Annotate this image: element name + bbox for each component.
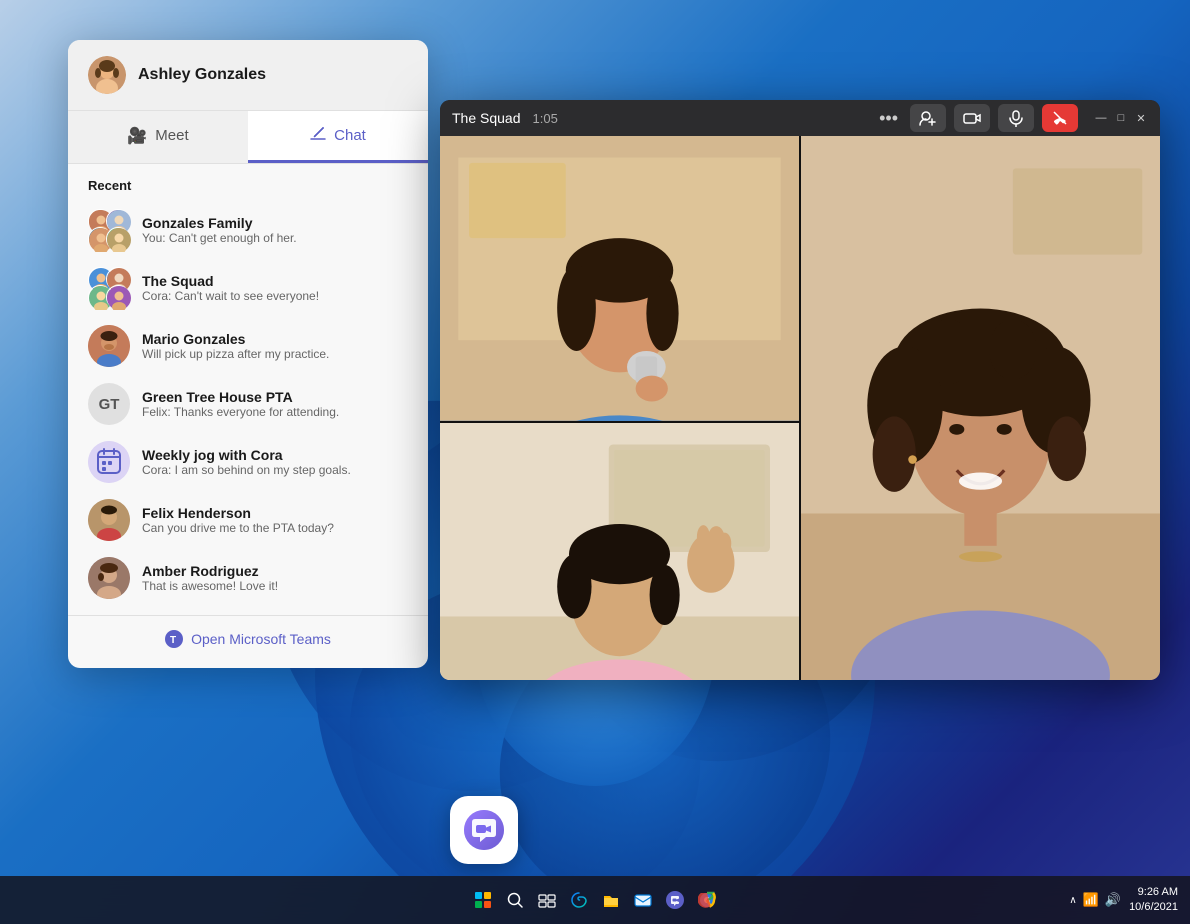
contact-name: Amber Rodriguez	[142, 563, 408, 579]
tabs-row: 🎥 Meet Chat	[68, 111, 428, 164]
chat-preview: Cora: I am so behind on my step goals.	[142, 463, 408, 477]
video-call-window: The Squad 1:05 •••	[440, 100, 1160, 680]
video-grid	[440, 136, 1160, 680]
chrome-button[interactable]	[693, 886, 721, 914]
video-cell-right	[801, 136, 1160, 680]
felix-avatar	[88, 499, 130, 541]
edge-button[interactable]	[565, 886, 593, 914]
search-button[interactable]	[501, 886, 529, 914]
explorer-button[interactable]	[597, 886, 625, 914]
weekly-avatar	[88, 441, 130, 483]
list-item[interactable]: Mario Gonzales Will pick up pizza after …	[68, 317, 428, 375]
list-item[interactable]: Gonzales Family You: Can't get enough of…	[68, 201, 428, 259]
system-clock: 9:26 AM 10/6/2021	[1129, 885, 1178, 916]
contact-name: Gonzales Family	[142, 215, 408, 231]
tab-meet-label: Meet	[155, 127, 188, 144]
contact-name: Felix Henderson	[142, 505, 408, 521]
user-avatar	[88, 56, 126, 94]
window-title-left: The Squad 1:05	[452, 110, 558, 126]
teams-taskbar-button[interactable]	[661, 886, 689, 914]
tab-meet[interactable]: 🎥 Meet	[68, 111, 248, 163]
gonzales-family-info: Gonzales Family You: Can't get enough of…	[142, 215, 408, 245]
minimize-button[interactable]: —	[1094, 111, 1108, 125]
teams-icon: T	[165, 630, 183, 648]
mario-avatar	[88, 325, 130, 367]
wifi-icon: 📶	[1083, 892, 1099, 908]
teams-desktop-icon[interactable]	[450, 796, 518, 864]
felix-info: Felix Henderson Can you drive me to the …	[142, 505, 408, 535]
video-cell-top-left	[440, 136, 799, 421]
tab-chat-label: Chat	[334, 127, 366, 144]
chat-preview: You: Can't get enough of her.	[142, 231, 408, 245]
mic-button[interactable]	[998, 104, 1034, 132]
mail-button[interactable]	[629, 886, 657, 914]
chat-preview: That is awesome! Love it!	[142, 579, 408, 593]
add-person-button[interactable]	[910, 104, 946, 132]
meet-icon: 🎥	[127, 126, 147, 146]
more-options-button[interactable]: •••	[875, 108, 902, 129]
open-teams-label: Open Microsoft Teams	[191, 631, 331, 647]
chat-preview: Will pick up pizza after my practice.	[142, 347, 408, 361]
user-name: Ashley Gonzales	[138, 66, 266, 84]
window-titlebar: The Squad 1:05 •••	[440, 100, 1160, 136]
camera-button[interactable]	[954, 104, 990, 132]
squad-info: The Squad Cora: Can't wait to see everyo…	[142, 273, 408, 303]
contact-name: The Squad	[142, 273, 408, 289]
taskbar-right: ∧ 📶 🔊 9:26 AM 10/6/2021	[1069, 885, 1178, 916]
teams-app-icon	[462, 808, 506, 852]
chat-panel: Ashley Gonzales 🎥 Meet Chat Recent	[68, 40, 428, 668]
clock-time: 9:26 AM	[1138, 885, 1178, 900]
chat-preview: Can you drive me to the PTA today?	[142, 521, 408, 535]
start-button[interactable]	[469, 886, 497, 914]
end-call-button[interactable]	[1042, 104, 1078, 132]
contact-name: Green Tree House PTA	[142, 389, 408, 405]
task-view-button[interactable]	[533, 886, 561, 914]
window-controls: — □ ✕	[1094, 111, 1148, 125]
chat-preview: Felix: Thanks everyone for attending.	[142, 405, 408, 419]
maximize-button[interactable]: □	[1114, 111, 1128, 125]
list-item[interactable]: Felix Henderson Can you drive me to the …	[68, 491, 428, 549]
amber-avatar	[88, 557, 130, 599]
chat-edit-icon	[310, 125, 326, 146]
call-timer: 1:05	[533, 111, 558, 126]
svg-text:T: T	[170, 635, 176, 646]
close-button[interactable]: ✕	[1134, 111, 1148, 125]
tab-chat[interactable]: Chat	[248, 111, 428, 163]
list-item[interactable]: The Squad Cora: Can't wait to see everyo…	[68, 259, 428, 317]
system-tray-icons: ∧ 📶 🔊	[1069, 892, 1121, 908]
squad-avatar	[88, 267, 130, 309]
video-cell-bottom-left	[440, 423, 799, 680]
contact-name: Weekly jog with Cora	[142, 447, 408, 463]
amber-info: Amber Rodriguez That is awesome! Love it…	[142, 563, 408, 593]
weekly-jog-info: Weekly jog with Cora Cora: I am so behin…	[142, 447, 408, 477]
gt-avatar: GT	[88, 383, 130, 425]
contact-name: Mario Gonzales	[142, 331, 408, 347]
list-item[interactable]: Weekly jog with Cora Cora: I am so behin…	[68, 433, 428, 491]
gt-info: Green Tree House PTA Felix: Thanks every…	[142, 389, 408, 419]
chevron-up-icon[interactable]: ∧	[1069, 895, 1076, 906]
call-controls: •••	[875, 104, 1148, 132]
chat-panel-header: Ashley Gonzales	[68, 40, 428, 111]
clock-date: 10/6/2021	[1129, 900, 1178, 915]
mario-info: Mario Gonzales Will pick up pizza after …	[142, 331, 408, 361]
list-item[interactable]: Amber Rodriguez That is awesome! Love it…	[68, 549, 428, 607]
call-title: The Squad	[452, 110, 521, 126]
taskbar: ∧ 📶 🔊 9:26 AM 10/6/2021	[0, 876, 1190, 924]
taskbar-center	[469, 886, 721, 914]
list-item[interactable]: GT Green Tree House PTA Felix: Thanks ev…	[68, 375, 428, 433]
volume-icon: 🔊	[1105, 892, 1121, 908]
recent-label: Recent	[68, 164, 428, 201]
gonzales-family-avatar	[88, 209, 130, 251]
chat-preview: Cora: Can't wait to see everyone!	[142, 289, 408, 303]
open-teams-button[interactable]: T Open Microsoft Teams	[68, 615, 428, 652]
